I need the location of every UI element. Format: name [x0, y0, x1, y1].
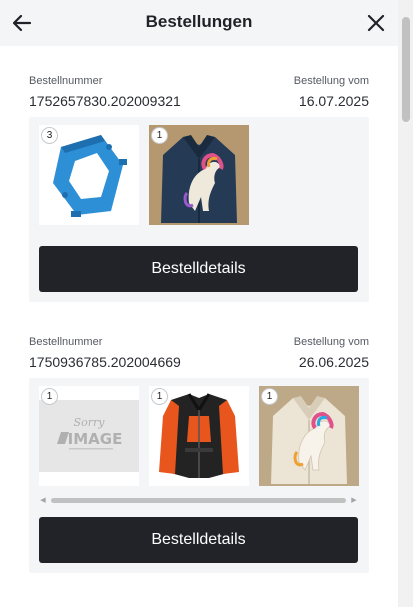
- order-date-label: Bestellung vom: [293, 336, 369, 348]
- horizontal-scrollbar-thumb[interactable]: [51, 498, 346, 503]
- order-card: Bestellnummer Bestellung vom 1752657830.…: [29, 75, 369, 303]
- product-thumbnail[interactable]: 3: [39, 125, 139, 225]
- order-number-label: Bestellnummer: [29, 75, 103, 87]
- placeholder-image-text: IMAGE: [68, 430, 123, 448]
- order-date-label: Bestellung vom: [293, 75, 369, 87]
- order-number: 1750936785.202004669: [29, 354, 181, 370]
- top-bar: Bestellungen: [0, 0, 398, 46]
- placeholder-sorry-text: Sorry: [74, 416, 106, 429]
- scroll-right-icon[interactable]: ▶: [350, 497, 358, 505]
- quantity-badge: 1: [41, 388, 58, 405]
- horizontal-scrollbar[interactable]: ◀ ▶: [39, 497, 358, 505]
- product-thumbnail[interactable]: 1: [149, 386, 249, 486]
- order-number: 1752657830.202009321: [29, 93, 181, 109]
- scroll-left-icon[interactable]: ◀: [39, 497, 47, 505]
- close-icon[interactable]: [364, 11, 388, 35]
- page-title: Bestellungen: [145, 12, 253, 31]
- quantity-badge: 3: [41, 127, 58, 144]
- product-thumbnail[interactable]: 1: [259, 386, 359, 486]
- quantity-badge: 1: [151, 127, 168, 144]
- order-items-panel: 3 1 Bestelldetails: [29, 117, 369, 302]
- order-number-label: Bestellnummer: [29, 336, 103, 348]
- order-items-panel: 1 Sorry IMAGE 1 1 ◀ ▶ Bestelldetails: [29, 378, 369, 573]
- quantity-badge: 1: [261, 388, 278, 405]
- vertical-scrollbar-thumb[interactable]: [402, 17, 410, 122]
- quantity-badge: 1: [151, 388, 168, 405]
- order-date: 16.07.2025: [298, 93, 369, 109]
- order-date: 26.06.2025: [298, 354, 369, 370]
- order-details-button[interactable]: Bestelldetails: [39, 246, 358, 292]
- order-card: Bestellnummer Bestellung vom 1750936785.…: [29, 336, 369, 576]
- product-thumbnail[interactable]: 1 Sorry IMAGE: [39, 386, 139, 486]
- order-details-button[interactable]: Bestelldetails: [39, 517, 358, 563]
- product-thumbnail[interactable]: 1: [149, 125, 249, 225]
